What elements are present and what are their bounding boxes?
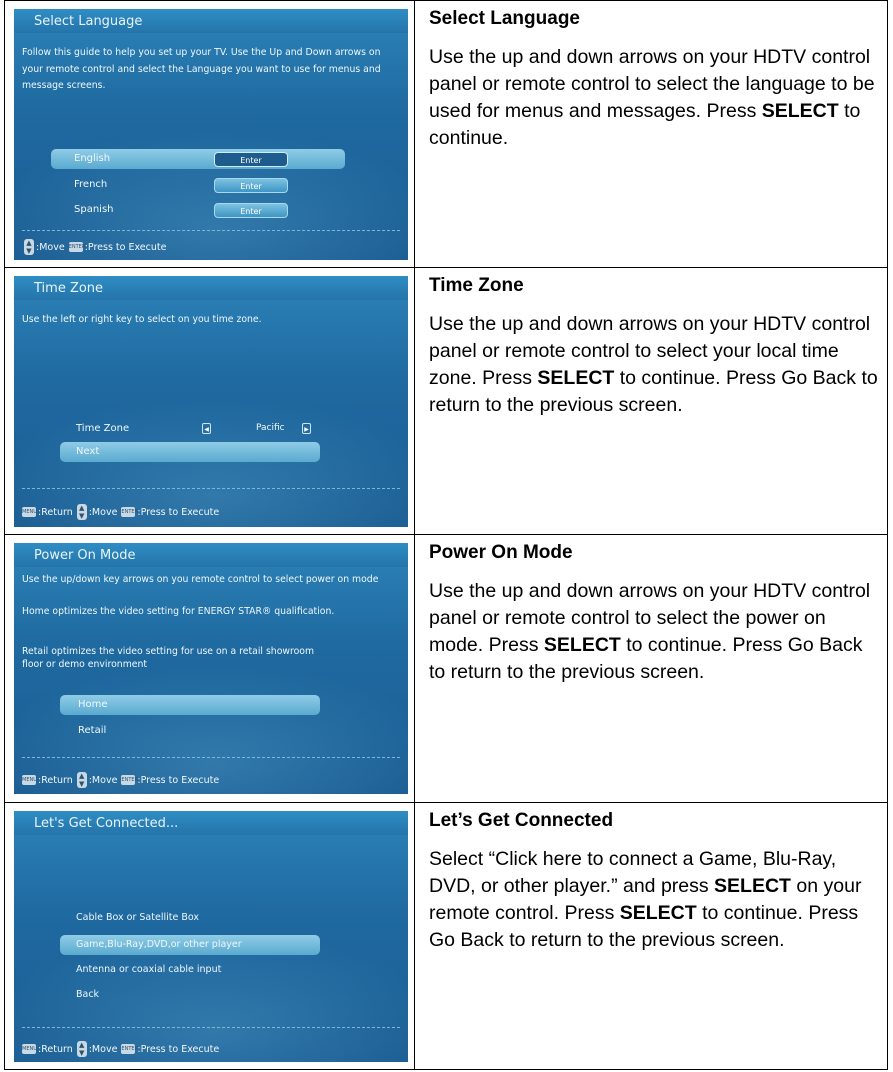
power-on-mode-screen: Power On Mode Use the up/down key arrows… (14, 543, 408, 794)
menu-key-icon: MENU (22, 507, 37, 517)
footer-execute: :Press to Execute (137, 506, 220, 518)
screen-instructions: Use the up/down key arrows on you remote… (22, 574, 379, 585)
up-down-key-icon: ▲ ▼ (76, 772, 87, 788)
description-cell: Power On Mode Use the up and down arrows… (429, 541, 879, 686)
footer-execute: :Press to Execute (84, 241, 167, 253)
screen-footer: MENU :Return ▲ ▼ :Move ENTER :Press to Ex… (22, 504, 219, 520)
footer-move: :Move (88, 506, 118, 518)
screen-footer: ▲ ▼ :Move ENTER :Press to Execute (22, 239, 166, 255)
option-antenna[interactable]: Antenna or coaxial cable input (76, 964, 221, 975)
footer-return: :Return (38, 506, 73, 518)
footer-execute: :Press to Execute (137, 774, 220, 786)
enter-key-icon: ENTER (121, 775, 139, 785)
menu-key-icon: MENU (22, 1044, 37, 1054)
enter-button-spanish[interactable]: Enter (214, 203, 288, 218)
divider-line (22, 1027, 400, 1028)
description-cell: Let’s Get Connected Select “Click here t… (429, 809, 879, 954)
next-button[interactable]: Next (76, 446, 99, 457)
footer-return: :Return (38, 1043, 73, 1055)
energy-star-text: Home optimizes the video setting for ENE… (22, 606, 335, 617)
enter-key-icon: ENTER (68, 242, 86, 252)
section-heading: Let’s Get Connected (429, 810, 614, 831)
enter-key-icon: ENTER (121, 1044, 139, 1054)
option-cable-box[interactable]: Cable Box or Satellite Box (76, 912, 199, 923)
column-divider (414, 535, 415, 802)
divider-line (22, 230, 400, 231)
section-text: Use the up and down arrows on your HDTV … (429, 313, 878, 416)
description-cell: Select Language Use the up and down arro… (429, 7, 879, 152)
section-text: Select “Click here to connect a Game, Bl… (429, 848, 862, 951)
footer-return: :Return (38, 774, 73, 786)
up-down-key-icon: ▲ ▼ (76, 1041, 87, 1057)
setup-table: Select Language Follow this guide to hel… (4, 0, 888, 1070)
table-row: Time Zone Use the left or right key to s… (5, 267, 887, 534)
screen-footer: MENU :Return ▲ ▼ :Move ENTER :Press to Ex… (22, 772, 219, 788)
time-zone-value[interactable]: Pacific (256, 423, 285, 433)
column-divider (414, 1, 415, 267)
divider-line (22, 488, 400, 489)
footer-move: :Move (88, 1043, 118, 1055)
screen-title: Select Language (34, 14, 143, 29)
option-home[interactable]: Home (78, 699, 108, 710)
select-language-screen: Select Language Follow this guide to hel… (14, 9, 408, 260)
option-english[interactable]: English (74, 153, 110, 164)
table-row: Power On Mode Use the up/down key arrows… (5, 534, 887, 802)
enter-button-english[interactable]: Enter (214, 152, 288, 167)
column-divider (414, 803, 415, 1069)
footer-execute: :Press to Execute (137, 1043, 220, 1055)
up-down-key-icon: ▲ ▼ (76, 504, 87, 520)
enter-button-french[interactable]: Enter (214, 178, 288, 193)
column-divider (414, 268, 415, 534)
option-game-player[interactable]: Game,Blu-Ray,DVD,or other player (76, 939, 242, 950)
option-back[interactable]: Back (76, 989, 99, 1000)
section-text: Use the up and down arrows on your HDTV … (429, 580, 871, 683)
menu-key-icon: MENU (22, 775, 37, 785)
divider-line (22, 757, 400, 758)
screen-title: Time Zone (34, 281, 104, 296)
up-down-key-icon: ▲ ▼ (24, 239, 34, 255)
screen-title: Let's Get Connected... (34, 816, 179, 831)
section-heading: Power On Mode (429, 542, 573, 563)
option-spanish[interactable]: Spanish (74, 204, 114, 215)
table-row: Select Language Follow this guide to hel… (5, 0, 887, 267)
screen-instructions: Use the left or right key to select on y… (22, 314, 262, 325)
left-arrow-icon[interactable]: ◀ (202, 423, 211, 434)
table-row: Let's Get Connected... Cable Box or Sate… (5, 802, 887, 1069)
description-cell: Time Zone Use the up and down arrows on … (429, 274, 879, 419)
section-heading: Time Zone (429, 275, 524, 296)
enter-key-icon: ENTER (121, 507, 139, 517)
retail-text: Retail optimizes the video setting for u… (22, 646, 315, 670)
section-text: Use the up and down arrows on your HDTV … (429, 46, 875, 149)
footer-move: :Move (88, 774, 118, 786)
section-heading: Select Language (429, 8, 580, 29)
screen-instructions: Follow this guide to help you set up you… (22, 47, 381, 91)
footer-move: :Move (36, 241, 65, 253)
screen-title: Power On Mode (34, 548, 136, 563)
right-arrow-icon[interactable]: ▶ (302, 423, 311, 434)
lets-get-connected-screen: Let's Get Connected... Cable Box or Sate… (14, 811, 408, 1062)
screen-footer: MENU :Return ▲ ▼ :Move ENTER :Press to Ex… (22, 1041, 219, 1057)
time-zone-label: Time Zone (76, 423, 130, 434)
option-retail[interactable]: Retail (78, 725, 106, 736)
option-french[interactable]: French (74, 179, 107, 190)
time-zone-screen: Time Zone Use the left or right key to s… (14, 276, 408, 527)
